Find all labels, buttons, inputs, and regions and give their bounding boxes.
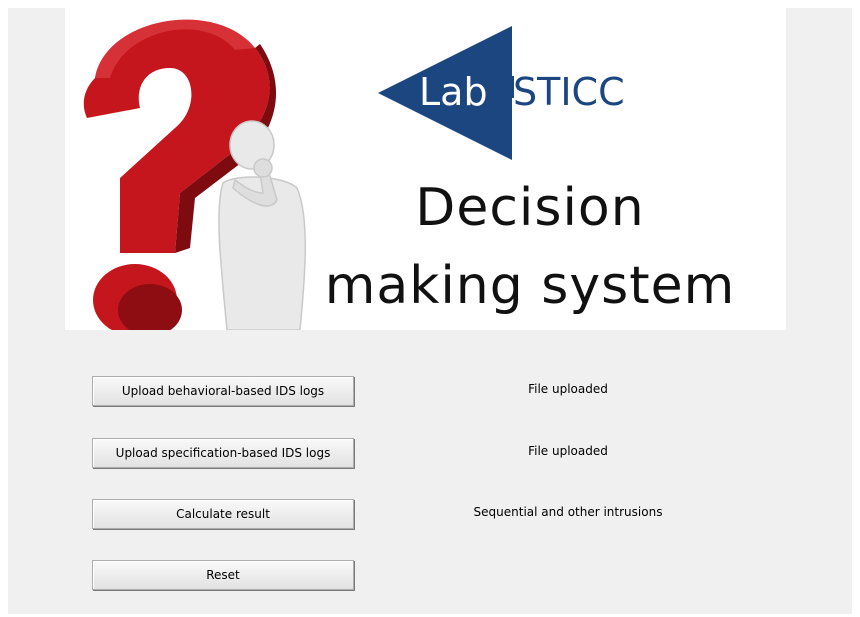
app-window: Lab STICC Decision making system Upload … xyxy=(8,8,852,614)
headline-line-2: making system xyxy=(324,256,736,316)
reset-button[interactable]: Reset xyxy=(92,560,354,590)
calculate-result-button[interactable]: Calculate result xyxy=(92,499,354,529)
logo-lab-text: Lab xyxy=(419,70,488,114)
logo-sticc-text: STICC xyxy=(513,70,625,114)
banner-image: Lab STICC Decision making system xyxy=(65,8,786,330)
upload-behavioral-logs-button[interactable]: Upload behavioral-based IDS logs xyxy=(92,376,354,406)
upload-specification-logs-button[interactable]: Upload specification-based IDS logs xyxy=(92,438,354,468)
result-status: Sequential and other intrusions xyxy=(473,505,663,519)
headline-line-1: Decision xyxy=(415,178,645,238)
behavioral-upload-status: File uploaded xyxy=(528,382,608,396)
specification-upload-status: File uploaded xyxy=(528,444,608,458)
